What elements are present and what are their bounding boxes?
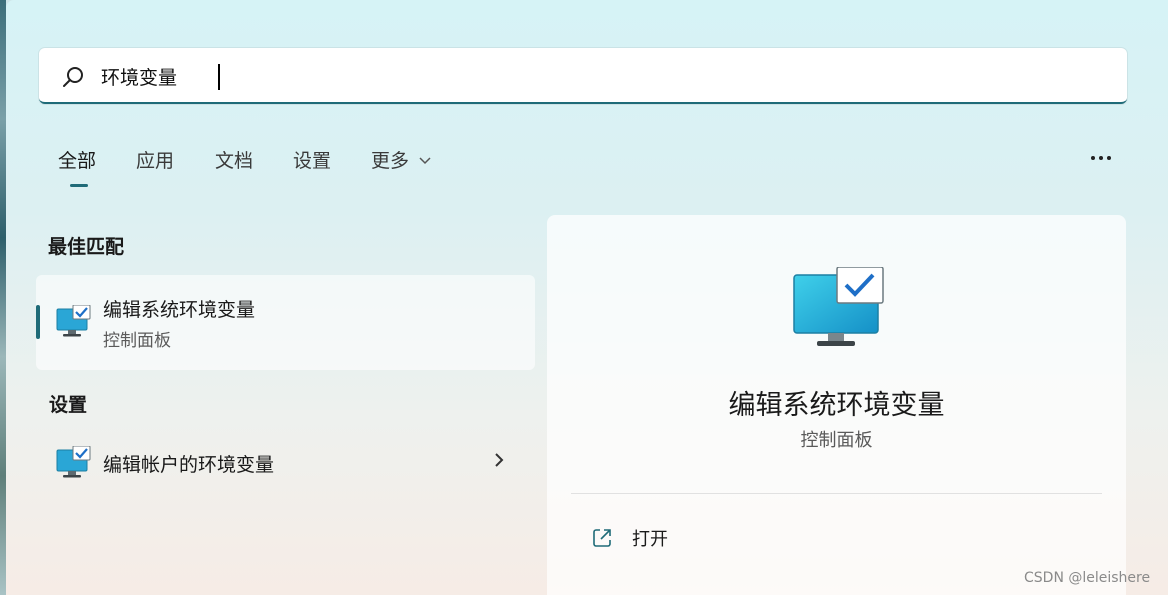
system-monitor-checkmark-icon: [56, 446, 91, 478]
result-title: 编辑帐户的环境变量: [103, 454, 275, 476]
tab-label: 应用: [136, 150, 175, 172]
tab-more[interactable]: 更多: [371, 146, 431, 173]
chevron-down-icon: [419, 157, 431, 165]
tab-documents[interactable]: 文档: [215, 146, 253, 173]
tab-label: 更多: [371, 150, 410, 172]
result-title: 编辑系统环境变量: [103, 299, 256, 321]
more-options-icon-dot: [1099, 156, 1103, 160]
tab-label: 文档: [215, 150, 254, 172]
selection-indicator: [36, 305, 40, 339]
open-external-icon: [593, 529, 611, 547]
search-input[interactable]: [101, 58, 1081, 94]
text-caret: [218, 64, 220, 90]
search-box[interactable]: [39, 48, 1127, 104]
search-icon: [63, 67, 83, 87]
tab-settings[interactable]: 设置: [293, 146, 331, 173]
divider: [571, 493, 1102, 494]
system-monitor-checkmark-icon: [793, 267, 884, 346]
tab-apps[interactable]: 应用: [136, 146, 174, 173]
chevron-right-icon: [495, 453, 504, 467]
active-tab-indicator: [70, 184, 88, 187]
more-options-button[interactable]: [1087, 144, 1115, 172]
more-options-icon: [1091, 156, 1095, 160]
result-subtitle: 控制面板: [103, 331, 171, 351]
watermark: CSDN @leleishere: [1024, 570, 1151, 586]
best-match-result[interactable]: 编辑系统环境变量 控制面板: [36, 275, 535, 370]
search-panel: 全部 应用 文档 设置 更多 最佳匹配: [6, 0, 1168, 595]
tab-label: 全部: [58, 150, 97, 172]
detail-subtitle: 控制面板: [800, 430, 873, 451]
settings-heading: 设置: [49, 394, 88, 416]
more-options-icon-dot: [1107, 156, 1111, 160]
open-button[interactable]: 打开: [585, 521, 785, 555]
result-details-pane: 编辑系统环境变量 控制面板 打开: [547, 215, 1126, 595]
tab-label: 设置: [293, 150, 332, 172]
system-monitor-checkmark-icon: [56, 305, 91, 337]
tab-all[interactable]: 全部: [58, 146, 97, 187]
best-match-heading: 最佳匹配: [48, 236, 125, 258]
settings-result-item[interactable]: 编辑帐户的环境变量: [36, 428, 535, 498]
open-label: 打开: [632, 529, 668, 550]
detail-title: 编辑系统环境变量: [728, 390, 945, 421]
